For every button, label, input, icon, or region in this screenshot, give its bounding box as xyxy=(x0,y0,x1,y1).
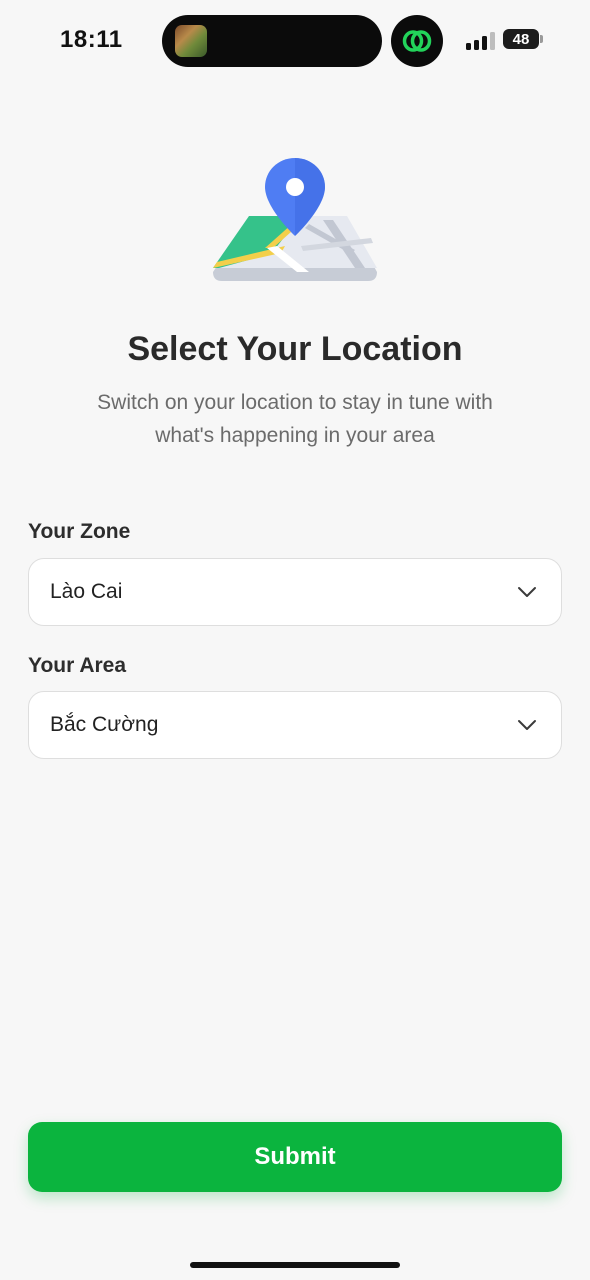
battery-icon: 48 xyxy=(503,29,539,49)
page-subtitle: Switch on your location to stay in tune … xyxy=(97,391,493,447)
home-indicator[interactable] xyxy=(190,1262,400,1268)
linked-app-indicator[interactable] xyxy=(391,15,443,67)
zone-selected-value: Lào Cai xyxy=(50,580,123,603)
dynamic-island[interactable] xyxy=(162,15,382,67)
area-select[interactable]: Bắc Cường xyxy=(28,691,562,759)
zone-label: Your Zone xyxy=(28,520,131,543)
now-playing-thumbnail[interactable] xyxy=(175,25,207,57)
chevron-down-icon xyxy=(518,720,536,730)
status-time: 18:11 xyxy=(60,26,123,53)
link-rings-icon xyxy=(402,30,432,52)
page-title: Select Your Location xyxy=(127,330,463,368)
chevron-down-icon xyxy=(518,587,536,597)
area-selected-value: Bắc Cường xyxy=(50,713,159,736)
status-bar: 18:11 48 xyxy=(0,0,590,80)
submit-button[interactable]: Submit xyxy=(28,1122,562,1192)
area-label: Your Area xyxy=(28,654,127,677)
cellular-signal-icon xyxy=(466,30,496,50)
zone-select[interactable]: Lào Cai xyxy=(28,558,562,626)
map-pin-icon xyxy=(205,150,385,290)
battery-cap xyxy=(540,35,543,43)
